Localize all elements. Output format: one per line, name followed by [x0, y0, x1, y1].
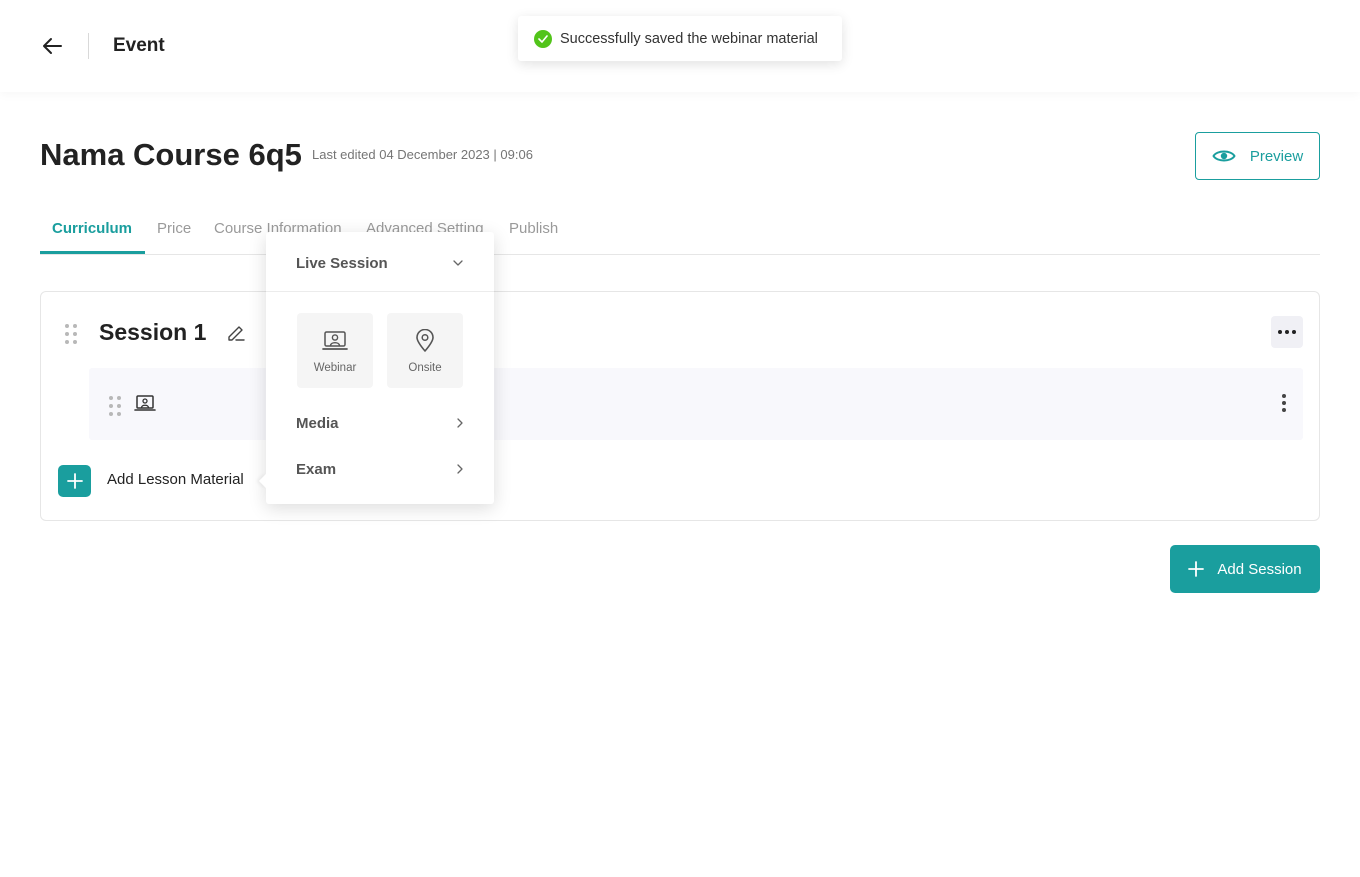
drag-dot — [65, 332, 69, 336]
webinar-label: Webinar — [313, 362, 357, 374]
add-session-label: Add Session — [1217, 560, 1302, 578]
drag-dot — [65, 340, 69, 344]
chevron-right-icon — [457, 464, 463, 474]
menu-divider — [266, 291, 494, 292]
drag-dot — [73, 324, 77, 328]
eye-icon — [1212, 150, 1236, 162]
kebab-dot — [1282, 401, 1286, 405]
kebab-dot — [1282, 394, 1286, 398]
tab-curriculum[interactable]: Curriculum — [52, 220, 132, 237]
edit-session-button[interactable] — [225, 322, 247, 344]
webinar-icon — [134, 395, 156, 411]
onsite-label: Onsite — [408, 362, 442, 374]
drag-dot — [73, 340, 77, 344]
arrow-left-icon — [43, 38, 62, 54]
topbar-title: Event — [113, 35, 165, 56]
session-title: Session 1 — [99, 319, 207, 345]
lesson-drag-handle[interactable] — [109, 396, 121, 416]
chevron-right-icon — [457, 418, 463, 428]
tab-publish[interactable]: Publish — [509, 220, 558, 237]
back-button[interactable] — [38, 32, 66, 60]
topbar-divider — [88, 33, 89, 59]
tab-price[interactable]: Price — [157, 220, 191, 237]
onsite-option[interactable]: Onsite — [387, 313, 463, 388]
add-lesson-label[interactable]: Add Lesson Material — [107, 471, 244, 488]
drag-dot — [109, 396, 113, 400]
page-title: Nama Course 6q5 — [40, 137, 302, 172]
lesson-type-dropdown: Live Session Webinar Onsite Media Exam — [258, 232, 494, 504]
media-label: Media — [296, 414, 339, 432]
menu-item-exam[interactable]: Exam — [266, 451, 494, 487]
webinar-icon — [322, 331, 348, 350]
preview-label: Preview — [1249, 147, 1304, 165]
lesson-more-button[interactable] — [1279, 394, 1289, 416]
pencil-icon — [228, 326, 245, 341]
session-card: Session 1 Add Lesson Material — [40, 291, 1320, 521]
kebab-dot — [1282, 408, 1286, 412]
drag-dot — [109, 404, 113, 408]
drag-dot — [109, 412, 113, 416]
chevron-down-icon — [453, 260, 463, 266]
drag-dot — [117, 412, 121, 416]
menu-item-media[interactable]: Media — [266, 405, 494, 441]
add-session-button[interactable]: Add Session — [1170, 545, 1320, 593]
session-drag-handle[interactable] — [65, 324, 77, 344]
menu-item-live-session[interactable]: Live Session — [266, 245, 494, 281]
tab-bar: Curriculum Price Course Information Adva… — [40, 210, 1320, 255]
success-toast: Successfully saved the webinar material — [518, 16, 842, 61]
more-dot — [1285, 330, 1289, 334]
preview-button[interactable]: Preview — [1195, 132, 1320, 180]
toast-message: Successfully saved the webinar material — [560, 30, 818, 47]
drag-dot — [65, 324, 69, 328]
webinar-option[interactable]: Webinar — [297, 313, 373, 388]
last-edited-text: Last edited 04 December 2023 | 09:06 — [312, 147, 533, 162]
check-circle-icon — [534, 29, 552, 48]
drag-dot — [117, 404, 121, 408]
active-tab-indicator — [40, 251, 145, 254]
plus-icon — [1188, 561, 1205, 577]
add-lesson-button[interactable] — [58, 465, 91, 497]
drag-dot — [73, 332, 77, 336]
plus-icon — [66, 473, 83, 489]
more-dot — [1292, 330, 1296, 334]
session-more-button[interactable] — [1271, 316, 1303, 348]
more-dot — [1278, 330, 1282, 334]
drag-dot — [117, 396, 121, 400]
live-session-label: Live Session — [296, 254, 388, 272]
exam-label: Exam — [296, 460, 337, 478]
location-pin-icon — [416, 329, 434, 352]
